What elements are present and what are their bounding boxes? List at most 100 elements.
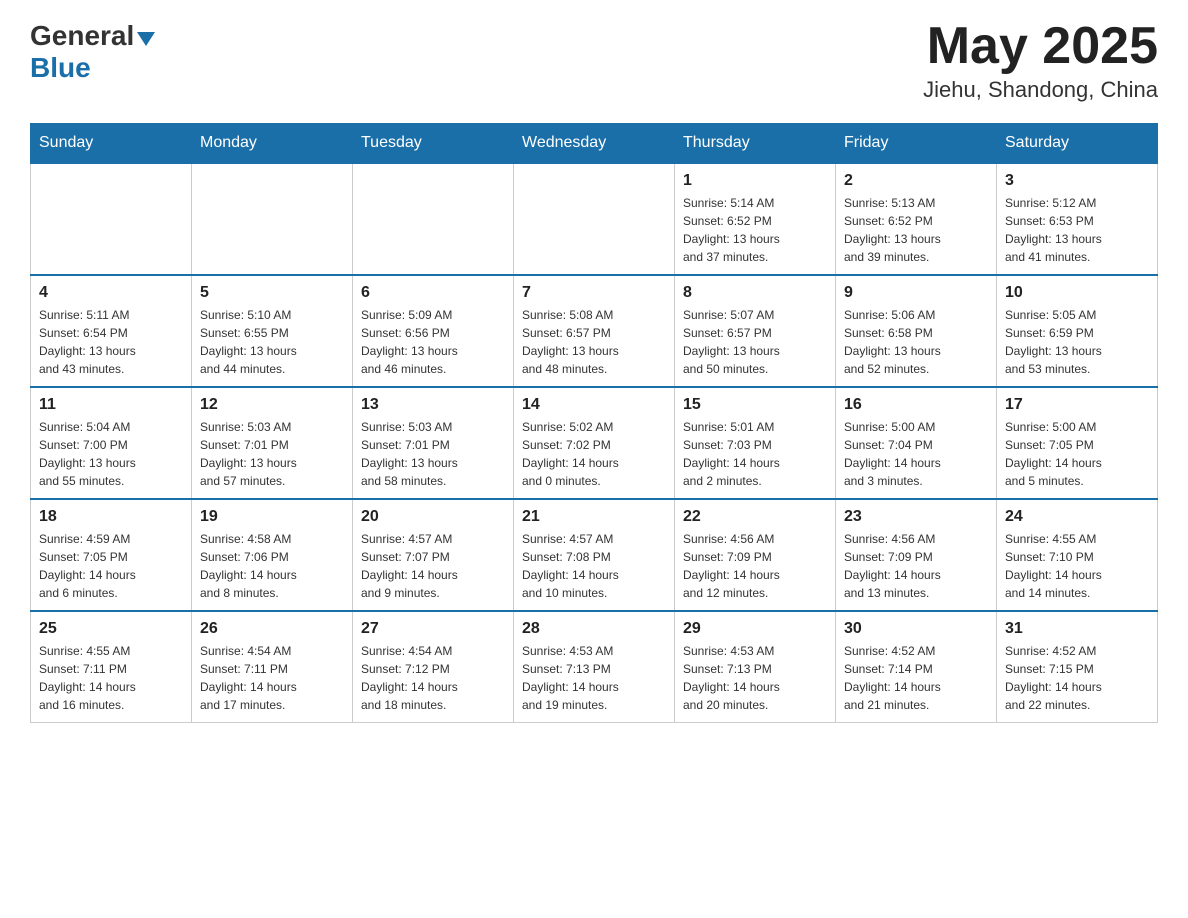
day-number: 26	[200, 620, 344, 638]
day-info: Sunrise: 4:57 AM Sunset: 7:07 PM Dayligh…	[361, 530, 505, 602]
day-info: Sunrise: 4:56 AM Sunset: 7:09 PM Dayligh…	[844, 530, 988, 602]
day-info: Sunrise: 5:03 AM Sunset: 7:01 PM Dayligh…	[361, 418, 505, 490]
calendar-cell: 12Sunrise: 5:03 AM Sunset: 7:01 PM Dayli…	[192, 387, 353, 499]
logo-top-row: General	[30, 20, 155, 52]
day-number: 31	[1005, 620, 1149, 638]
title-block: May 2025 Jiehu, Shandong, China	[923, 20, 1158, 103]
day-number: 14	[522, 396, 666, 414]
calendar-cell: 13 Sunrise: 5:03 AM Sunset: 7:01 PM Dayli…	[353, 387, 514, 499]
day-number: 18	[39, 508, 183, 526]
calendar-cell: 23 Sunrise: 4:56 AM Sunset: 7:09 PM Dayli…	[836, 499, 997, 611]
week-row-2: 4Sunrise: 5:11 AM Sunset: 6:54 PM Daylig…	[31, 275, 1158, 387]
week-row-3: 11 Sunrise: 5:04 AM Sunset: 7:00 PM Dayli…	[31, 387, 1158, 499]
calendar-cell: 10 Sunrise: 5:05 AM Sunset: 6:59 PM Dayli…	[997, 275, 1158, 387]
day-number: 22	[683, 508, 827, 526]
day-number: 1	[683, 172, 827, 190]
day-number: 3	[1005, 172, 1149, 190]
day-info: Sunrise: 4:53 AM Sunset: 7:13 PM Dayligh…	[522, 642, 666, 714]
day-info: Sunrise: 5:00 AM Sunset: 7:05 PM Dayligh…	[1005, 418, 1149, 490]
day-info: Sunrise: 5:07 AM Sunset: 6:57 PM Dayligh…	[683, 306, 827, 378]
column-header-monday: Monday	[192, 124, 353, 164]
day-number: 12	[200, 396, 344, 414]
day-number: 21	[522, 508, 666, 526]
page-header: General Blue May 2025 Jiehu, Shandong, C…	[30, 20, 1158, 103]
calendar-cell: 1 Sunrise: 5:14 AM Sunset: 6:52 PM Daylig…	[675, 163, 836, 275]
logo-bottom-row: Blue	[30, 52, 91, 84]
calendar-cell: 9 Sunrise: 5:06 AM Sunset: 6:58 PM Daylig…	[836, 275, 997, 387]
day-info: Sunrise: 5:06 AM Sunset: 6:58 PM Dayligh…	[844, 306, 988, 378]
day-number: 25	[39, 620, 183, 638]
calendar-header-row: SundayMondayTuesdayWednesdayThursdayFrid…	[31, 124, 1158, 164]
day-number: 13	[361, 396, 505, 414]
day-info: Sunrise: 5:13 AM Sunset: 6:52 PM Dayligh…	[844, 194, 988, 266]
logo-blue-text: Blue	[30, 52, 91, 83]
calendar-cell: 3Sunrise: 5:12 AM Sunset: 6:53 PM Daylig…	[997, 163, 1158, 275]
calendar-cell: 4Sunrise: 5:11 AM Sunset: 6:54 PM Daylig…	[31, 275, 192, 387]
day-info: Sunrise: 4:53 AM Sunset: 7:13 PM Dayligh…	[683, 642, 827, 714]
day-info: Sunrise: 4:56 AM Sunset: 7:09 PM Dayligh…	[683, 530, 827, 602]
day-info: Sunrise: 4:52 AM Sunset: 7:15 PM Dayligh…	[1005, 642, 1149, 714]
day-number: 5	[200, 284, 344, 302]
day-number: 9	[844, 284, 988, 302]
logo-general-text: General	[30, 20, 134, 51]
calendar-cell: 15Sunrise: 5:01 AM Sunset: 7:03 PM Dayli…	[675, 387, 836, 499]
calendar-cell	[31, 163, 192, 275]
calendar-cell: 5Sunrise: 5:10 AM Sunset: 6:55 PM Daylig…	[192, 275, 353, 387]
calendar-cell: 29Sunrise: 4:53 AM Sunset: 7:13 PM Dayli…	[675, 611, 836, 723]
calendar-cell	[192, 163, 353, 275]
calendar-cell: 30 Sunrise: 4:52 AM Sunset: 7:14 PM Dayli…	[836, 611, 997, 723]
calendar-location: Jiehu, Shandong, China	[923, 77, 1158, 103]
day-info: Sunrise: 5:09 AM Sunset: 6:56 PM Dayligh…	[361, 306, 505, 378]
calendar-cell	[514, 163, 675, 275]
calendar-cell: 27Sunrise: 4:54 AM Sunset: 7:12 PM Dayli…	[353, 611, 514, 723]
calendar-cell: 2 Sunrise: 5:13 AM Sunset: 6:52 PM Daylig…	[836, 163, 997, 275]
day-number: 20	[361, 508, 505, 526]
day-number: 27	[361, 620, 505, 638]
day-info: Sunrise: 5:02 AM Sunset: 7:02 PM Dayligh…	[522, 418, 666, 490]
column-header-thursday: Thursday	[675, 124, 836, 164]
week-row-1: 1 Sunrise: 5:14 AM Sunset: 6:52 PM Daylig…	[31, 163, 1158, 275]
day-number: 2	[844, 172, 988, 190]
column-header-tuesday: Tuesday	[353, 124, 514, 164]
day-number: 28	[522, 620, 666, 638]
week-row-4: 18 Sunrise: 4:59 AM Sunset: 7:05 PM Dayli…	[31, 499, 1158, 611]
calendar-cell: 16 Sunrise: 5:00 AM Sunset: 7:04 PM Dayli…	[836, 387, 997, 499]
day-number: 11	[39, 396, 183, 414]
calendar-cell: 14 Sunrise: 5:02 AM Sunset: 7:02 PM Dayli…	[514, 387, 675, 499]
day-number: 24	[1005, 508, 1149, 526]
calendar-cell: 11 Sunrise: 5:04 AM Sunset: 7:00 PM Dayli…	[31, 387, 192, 499]
day-number: 17	[1005, 396, 1149, 414]
logo-triangle-icon	[137, 32, 155, 46]
day-info: Sunrise: 5:05 AM Sunset: 6:59 PM Dayligh…	[1005, 306, 1149, 378]
calendar-cell: 8Sunrise: 5:07 AM Sunset: 6:57 PM Daylig…	[675, 275, 836, 387]
calendar-table: SundayMondayTuesdayWednesdayThursdayFrid…	[30, 123, 1158, 723]
calendar-cell	[353, 163, 514, 275]
calendar-cell: 18 Sunrise: 4:59 AM Sunset: 7:05 PM Dayli…	[31, 499, 192, 611]
calendar-title: May 2025	[923, 20, 1158, 72]
week-row-5: 25Sunrise: 4:55 AM Sunset: 7:11 PM Dayli…	[31, 611, 1158, 723]
calendar-cell: 21Sunrise: 4:57 AM Sunset: 7:08 PM Dayli…	[514, 499, 675, 611]
day-number: 7	[522, 284, 666, 302]
day-number: 19	[200, 508, 344, 526]
calendar-cell: 25Sunrise: 4:55 AM Sunset: 7:11 PM Dayli…	[31, 611, 192, 723]
day-number: 15	[683, 396, 827, 414]
calendar-cell: 26Sunrise: 4:54 AM Sunset: 7:11 PM Dayli…	[192, 611, 353, 723]
day-number: 10	[1005, 284, 1149, 302]
day-info: Sunrise: 4:59 AM Sunset: 7:05 PM Dayligh…	[39, 530, 183, 602]
day-info: Sunrise: 5:11 AM Sunset: 6:54 PM Dayligh…	[39, 306, 183, 378]
calendar-cell: 28 Sunrise: 4:53 AM Sunset: 7:13 PM Dayli…	[514, 611, 675, 723]
calendar-cell: 17 Sunrise: 5:00 AM Sunset: 7:05 PM Dayli…	[997, 387, 1158, 499]
column-header-friday: Friday	[836, 124, 997, 164]
day-number: 30	[844, 620, 988, 638]
day-info: Sunrise: 4:52 AM Sunset: 7:14 PM Dayligh…	[844, 642, 988, 714]
calendar-cell: 20 Sunrise: 4:57 AM Sunset: 7:07 PM Dayli…	[353, 499, 514, 611]
day-number: 16	[844, 396, 988, 414]
column-header-sunday: Sunday	[31, 124, 192, 164]
day-number: 23	[844, 508, 988, 526]
day-info: Sunrise: 5:14 AM Sunset: 6:52 PM Dayligh…	[683, 194, 827, 266]
logo: General Blue	[30, 20, 155, 84]
day-info: Sunrise: 5:00 AM Sunset: 7:04 PM Dayligh…	[844, 418, 988, 490]
day-info: Sunrise: 4:58 AM Sunset: 7:06 PM Dayligh…	[200, 530, 344, 602]
day-info: Sunrise: 5:04 AM Sunset: 7:00 PM Dayligh…	[39, 418, 183, 490]
day-info: Sunrise: 5:08 AM Sunset: 6:57 PM Dayligh…	[522, 306, 666, 378]
